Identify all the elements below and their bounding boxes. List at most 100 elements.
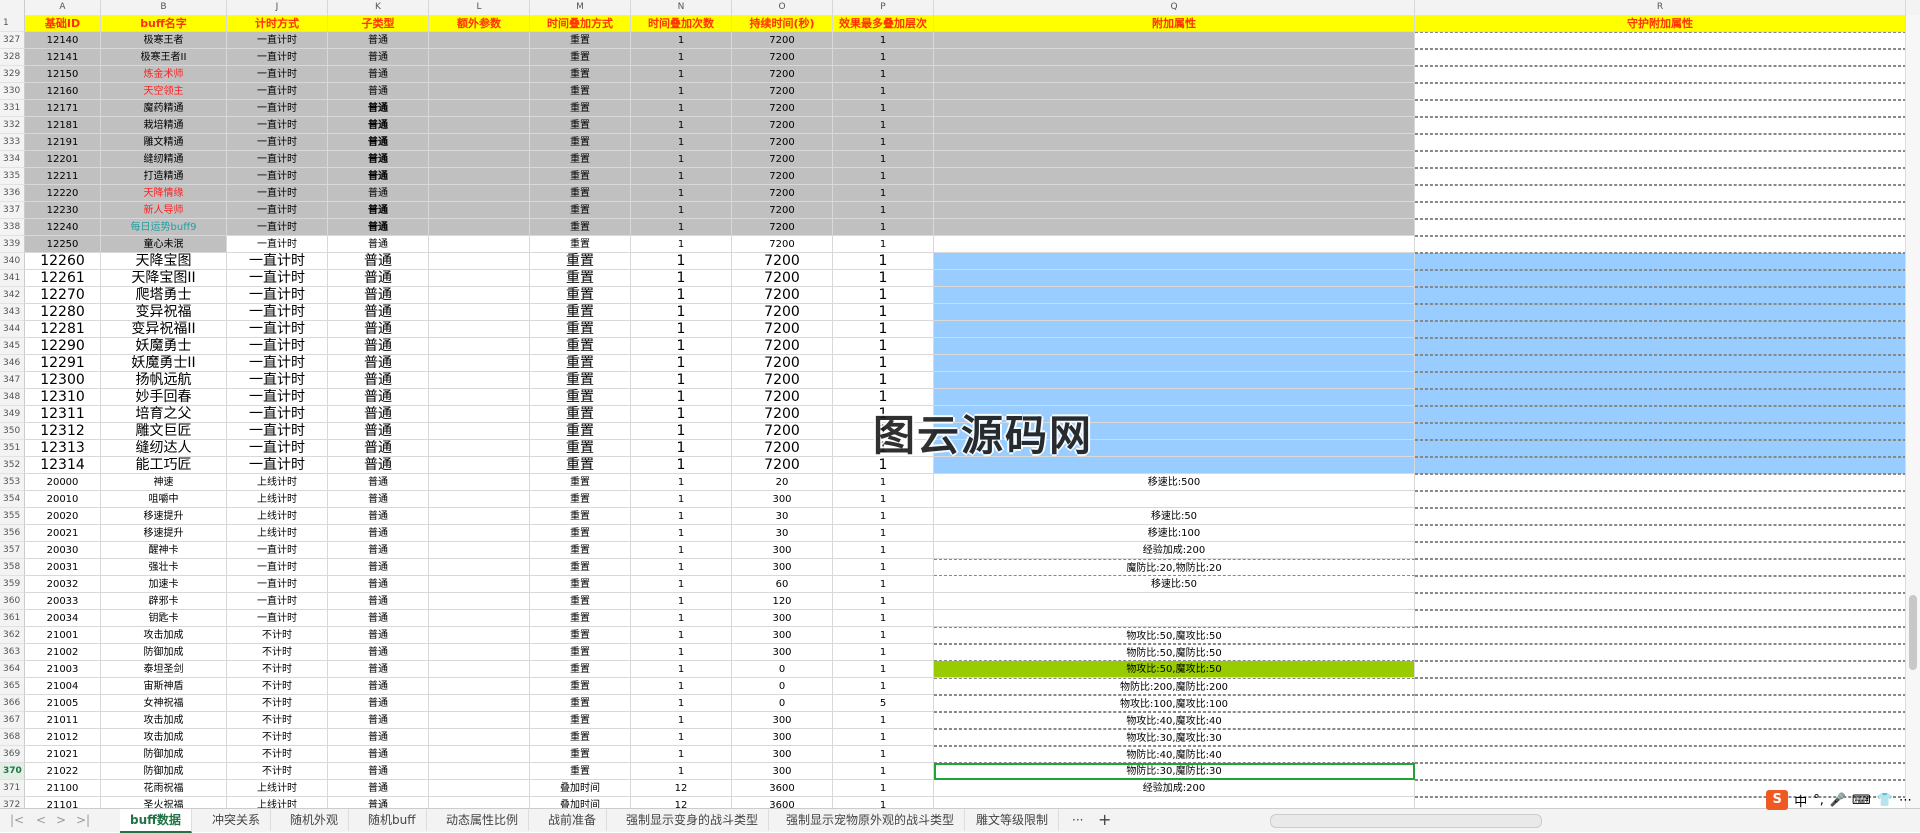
id-cell[interactable]: 12281: [25, 321, 101, 338]
header-cell[interactable]: 附加属性: [934, 15, 1415, 32]
extra-cell[interactable]: [429, 559, 530, 576]
attr-cell[interactable]: [934, 287, 1415, 304]
row-number[interactable]: 328: [0, 49, 25, 66]
duration-cell[interactable]: 7200: [732, 100, 833, 117]
sheet-tab[interactable]: 战前准备: [538, 809, 608, 831]
timer-cell[interactable]: 一直计时: [227, 100, 328, 117]
duration-cell[interactable]: 7200: [732, 355, 833, 372]
id-cell[interactable]: 12141: [25, 49, 101, 66]
name-cell[interactable]: 攻击加成: [101, 627, 227, 644]
duration-cell[interactable]: 7200: [732, 32, 833, 49]
attr-cell[interactable]: 物防比:50,魔防比:50: [934, 644, 1415, 661]
attr-cell[interactable]: [934, 219, 1415, 236]
subtype-cell[interactable]: 普通: [328, 304, 429, 321]
max-layer-cell[interactable]: 1: [833, 491, 934, 508]
duration-cell[interactable]: 300: [732, 542, 833, 559]
row-number[interactable]: 362: [0, 627, 25, 644]
stack-mode-cell[interactable]: 重置: [530, 661, 631, 678]
subtype-cell[interactable]: 普通: [328, 729, 429, 746]
duration-cell[interactable]: 7200: [732, 49, 833, 66]
timer-cell[interactable]: 一直计时: [227, 457, 328, 474]
max-layer-cell[interactable]: 1: [833, 372, 934, 389]
name-cell[interactable]: 打造精通: [101, 168, 227, 185]
subtype-cell[interactable]: 普通: [328, 338, 429, 355]
id-cell[interactable]: 21011: [25, 712, 101, 729]
extra-cell[interactable]: [429, 763, 530, 780]
extra-cell[interactable]: [429, 49, 530, 66]
max-layer-cell[interactable]: 1: [833, 253, 934, 270]
stack-count-cell[interactable]: 1: [631, 474, 732, 491]
row-number[interactable]: 357: [0, 542, 25, 559]
stack-count-cell[interactable]: 1: [631, 406, 732, 423]
stack-count-cell[interactable]: 1: [631, 270, 732, 287]
name-cell[interactable]: 防御加成: [101, 746, 227, 763]
id-cell[interactable]: 12160: [25, 83, 101, 100]
stack-mode-cell[interactable]: 重置: [530, 457, 631, 474]
stack-count-cell[interactable]: 1: [631, 712, 732, 729]
duration-cell[interactable]: 7200: [732, 151, 833, 168]
sheet-tab[interactable]: 雕文等级限制: [966, 809, 1060, 831]
extra-cell[interactable]: [429, 542, 530, 559]
header-cell[interactable]: 额外参数: [429, 15, 530, 32]
guard-attr-cell[interactable]: [1415, 610, 1906, 627]
extra-cell[interactable]: [429, 66, 530, 83]
attr-cell[interactable]: [934, 185, 1415, 202]
max-layer-cell[interactable]: 1: [833, 202, 934, 219]
name-cell[interactable]: 辟邪卡: [101, 593, 227, 610]
subtype-cell[interactable]: 普通: [328, 32, 429, 49]
max-layer-cell[interactable]: 1: [833, 508, 934, 525]
duration-cell[interactable]: 7200: [732, 83, 833, 100]
timer-cell[interactable]: 上线计时: [227, 474, 328, 491]
sheet-tab[interactable]: 冲突关系: [202, 809, 272, 831]
attr-cell[interactable]: [934, 270, 1415, 287]
row-number[interactable]: 327: [0, 32, 25, 49]
extra-cell[interactable]: [429, 644, 530, 661]
duration-cell[interactable]: 7200: [732, 440, 833, 457]
attr-cell[interactable]: 经验加成:200: [934, 780, 1415, 797]
prev-sheet-button[interactable]: <: [36, 813, 46, 827]
stack-count-cell[interactable]: 1: [631, 457, 732, 474]
ime-toolbar[interactable]: S 中 °, 🎤 ⌨ 👕 ⋯: [1766, 790, 1912, 810]
timer-cell[interactable]: 不计时: [227, 695, 328, 712]
subtype-cell[interactable]: 普通: [328, 151, 429, 168]
id-cell[interactable]: 12313: [25, 440, 101, 457]
attr-cell[interactable]: [934, 610, 1415, 627]
name-cell[interactable]: 雕文精通: [101, 134, 227, 151]
max-layer-cell[interactable]: 1: [833, 304, 934, 321]
subtype-cell[interactable]: 普通: [328, 168, 429, 185]
stack-count-cell[interactable]: 1: [631, 746, 732, 763]
timer-cell[interactable]: 上线计时: [227, 491, 328, 508]
timer-cell[interactable]: 不计时: [227, 729, 328, 746]
timer-cell[interactable]: 不计时: [227, 678, 328, 695]
stack-mode-cell[interactable]: 重置: [530, 525, 631, 542]
subtype-cell[interactable]: 普通: [328, 49, 429, 66]
timer-cell[interactable]: 不计时: [227, 746, 328, 763]
id-cell[interactable]: 12211: [25, 168, 101, 185]
subtype-cell[interactable]: 普通: [328, 389, 429, 406]
stack-mode-cell[interactable]: 重置: [530, 440, 631, 457]
subtype-cell[interactable]: 普通: [328, 491, 429, 508]
stack-count-cell[interactable]: 1: [631, 168, 732, 185]
subtype-cell[interactable]: 普通: [328, 100, 429, 117]
timer-cell[interactable]: 一直计时: [227, 559, 328, 576]
column-letter-O[interactable]: O: [732, 0, 833, 15]
attr-cell[interactable]: [934, 151, 1415, 168]
name-cell[interactable]: 移速提升: [101, 525, 227, 542]
attr-cell[interactable]: 物攻比:100,魔攻比:100: [934, 695, 1415, 712]
row-number[interactable]: 363: [0, 644, 25, 661]
guard-attr-cell[interactable]: [1415, 457, 1906, 474]
stack-count-cell[interactable]: 1: [631, 610, 732, 627]
ime-punctuation-icon[interactable]: °,: [1813, 793, 1824, 808]
guard-attr-cell[interactable]: [1415, 372, 1906, 389]
duration-cell[interactable]: 7200: [732, 338, 833, 355]
duration-cell[interactable]: 0: [732, 695, 833, 712]
name-cell[interactable]: 极寒王者II: [101, 49, 227, 66]
row-number[interactable]: 370: [0, 763, 25, 780]
id-cell[interactable]: 12300: [25, 372, 101, 389]
stack-count-cell[interactable]: 1: [631, 151, 732, 168]
stack-mode-cell[interactable]: 重置: [530, 236, 631, 253]
guard-attr-cell[interactable]: [1415, 678, 1906, 695]
guard-attr-cell[interactable]: [1415, 440, 1906, 457]
column-letter-K[interactable]: K: [328, 0, 429, 15]
max-layer-cell[interactable]: 1: [833, 134, 934, 151]
